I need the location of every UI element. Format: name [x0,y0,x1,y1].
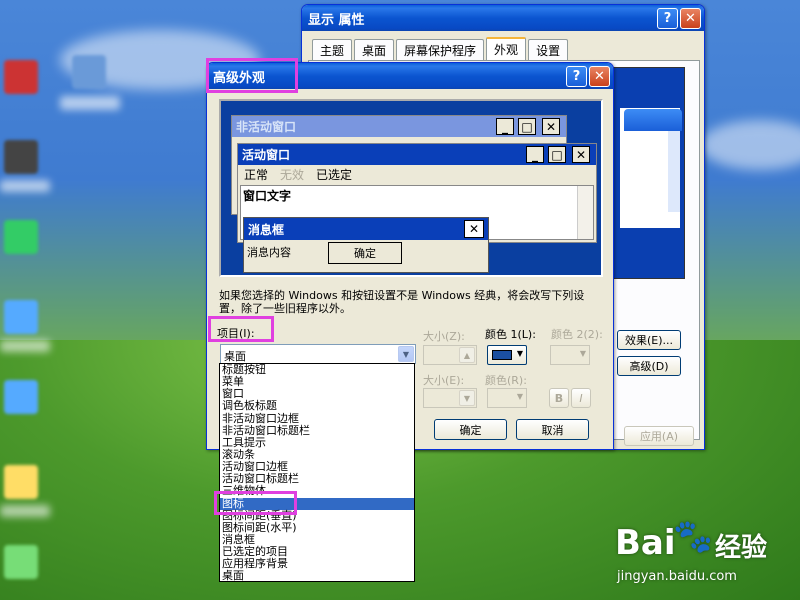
tab-screensaver[interactable]: 屏幕保护程序 [396,39,485,61]
paw-icon: 🐾 [673,517,713,555]
advanced-button[interactable]: 高级(D) [617,356,681,376]
cancel-button[interactable]: 取消 [516,419,589,440]
chevron-down-icon: ▼ [579,349,586,358]
preview-menu-bar: 正常 无效 已选定 [238,165,596,183]
dropdown-option[interactable]: 菜单 [220,376,414,388]
cloud [700,120,800,170]
menu-disabled: 无效 [280,167,305,182]
apply-button[interactable]: 应用(A) [624,426,694,446]
menu-normal: 正常 [244,167,269,182]
effects-button[interactable]: 效果(E)... [617,330,681,350]
tab-desktop[interactable]: 桌面 [354,39,395,61]
font-color-picker[interactable]: ▼ [487,388,527,408]
close-button[interactable]: ✕ [589,66,610,87]
bold-button[interactable]: B [549,388,569,408]
appearance-preview: 非活动窗口 _ □ ✕ 活动窗口 _ □ ✕ 正常 无效 已选定 窗口文字 消息… [219,99,603,277]
preview-scrollbar [577,186,593,239]
desktop-icon[interactable] [4,380,38,414]
dropdown-option[interactable]: 应用程序背景 [220,558,414,570]
tab-settings[interactable]: 设置 [528,39,569,61]
watermark: Bai 🐾 经验 jingyan.baidu.com [615,513,795,593]
maximize-icon: □ [518,118,536,135]
tab-appearance[interactable]: 外观 [486,37,527,61]
close-icon: ✕ [572,146,590,163]
help-button[interactable]: ? [566,66,587,87]
desktop-icon[interactable] [72,55,106,89]
message-box-title-bar: 消息框 ✕ [244,218,488,240]
watermark-url: jingyan.baidu.com [617,569,737,584]
color2-picker[interactable]: ▼ [550,345,590,365]
inactive-title: 非活动窗口 [236,120,297,134]
color1-picker[interactable]: ▼ [487,345,527,365]
highlight-box [206,58,298,93]
minimize-icon: _ [496,118,514,135]
chevron-down-icon[interactable]: ▼ [459,390,475,406]
desktop-icon[interactable] [4,60,38,94]
color1-swatch [492,350,512,360]
desktop-icon-label [0,180,50,192]
inactive-title-bar: 非活动窗口 _ □ ✕ [232,116,566,137]
help-button[interactable]: ? [657,8,678,29]
desktop-icon[interactable] [4,220,38,254]
desktop-icon-label [0,340,50,352]
item-select-value: 桌面 [224,350,246,363]
dropdown-option[interactable]: 非活动窗口边框 [220,412,414,425]
watermark-brand: Bai [615,523,676,563]
menu-selected: 已选定 [316,167,353,182]
active-title: 活动窗口 [242,148,291,162]
title-bar[interactable]: 显示 属性 ? ✕ [302,5,704,31]
desktop-icon-label [0,505,50,517]
preview-titlebar [624,109,682,131]
chevron-down-icon: ▼ [516,349,523,358]
watermark-brand-suffix: 经验 [715,533,768,563]
window-title: 显示 属性 [308,12,365,28]
font-color-label: 颜色(R): [485,374,527,387]
close-icon: ✕ [464,220,484,238]
close-icon: ✕ [542,118,560,135]
tab-strip: 主题 桌面 屏幕保护程序 外观 设置 [312,37,569,61]
highlight-box [214,491,297,515]
size-label: 大小(Z): [423,330,465,343]
chevron-down-icon[interactable]: ▼ [398,346,414,362]
tab-themes[interactable]: 主题 [312,39,353,61]
desktop-icon[interactable] [4,140,38,174]
size-spinner[interactable]: ▲ [423,345,477,365]
minimize-icon: _ [526,146,544,163]
color1-label: 颜色 1(L): [485,328,536,341]
font-size-select[interactable]: ▼ [423,388,477,408]
ok-button[interactable]: 确定 [434,419,507,440]
italic-button[interactable]: I [571,388,591,408]
color2-label: 颜色 2(2): [551,328,603,341]
info-text: 如果您选择的 Windows 和按钮设置不是 Windows 经典，将会改写下列… [219,289,585,315]
message-box-text: 消息内容 [247,246,291,259]
item-dropdown-list[interactable]: 标题按钮 菜单 窗口 调色板标题 非活动窗口边框 非活动窗口标题栏 工具提示 滚动条 活动窗口边… [219,363,415,582]
message-box-title: 消息框 [248,222,285,237]
message-box-ok: 确定 [328,242,402,264]
highlight-box [208,316,274,342]
dropdown-option[interactable]: 调色板标题 [220,400,414,412]
desktop-icon[interactable] [4,300,38,334]
chevron-down-icon: ▼ [516,392,523,401]
item-select[interactable]: 桌面 ▼ [220,344,416,364]
font-size-label: 大小(E): [423,374,465,387]
close-button[interactable]: ✕ [680,8,701,29]
active-title-bar: 活动窗口 _ □ ✕ [238,144,596,165]
dropdown-option[interactable]: 桌面 [220,570,414,581]
desktop-icon-label [60,96,120,110]
preview-message-box: 消息框 ✕ 消息内容 确定 [243,217,489,273]
spinner-arrows-icon[interactable]: ▲ [459,347,475,363]
desktop-icon[interactable] [4,465,38,499]
window-text: 窗口文字 [243,189,292,203]
maximize-icon: □ [548,146,566,163]
dropdown-option[interactable]: 标题按钮 [220,364,414,376]
desktop-icon[interactable] [4,545,38,579]
